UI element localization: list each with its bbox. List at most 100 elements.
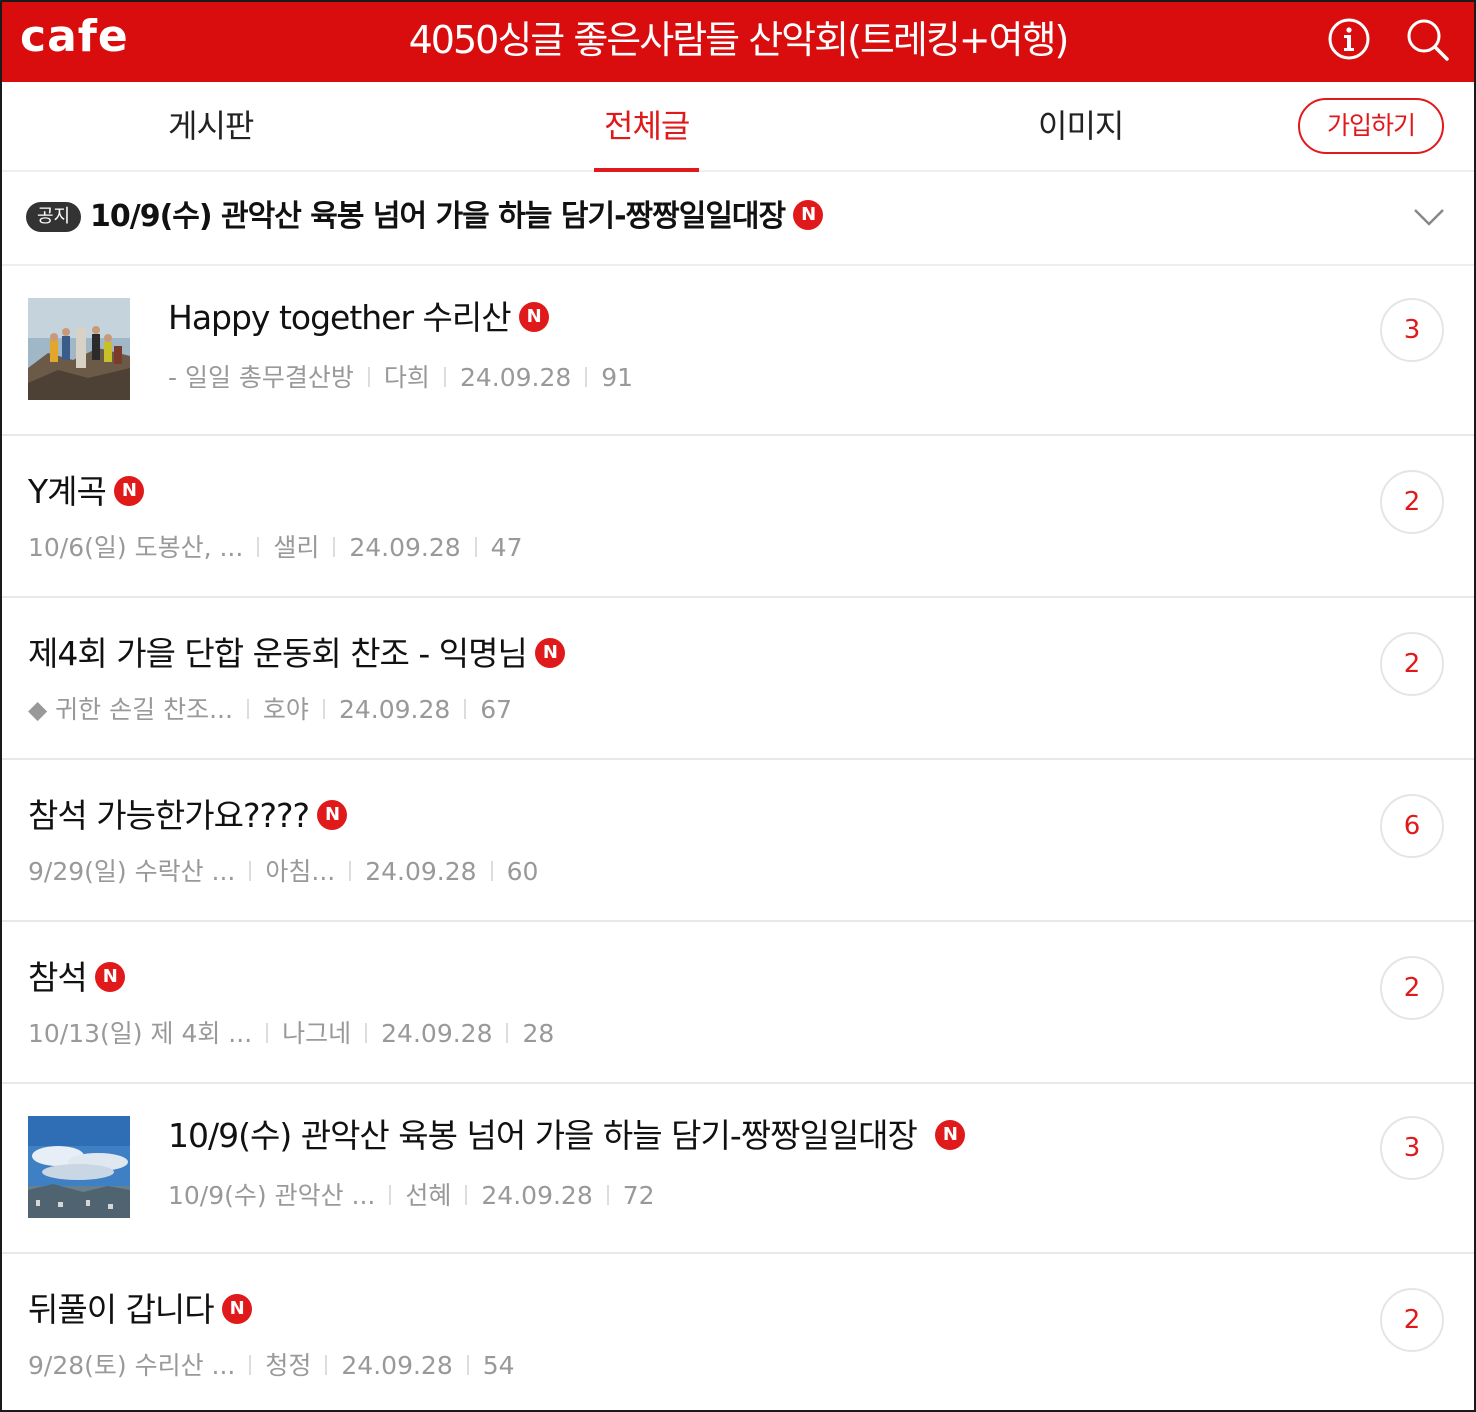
post-title[interactable]: Y계곡 N [28,466,144,518]
post-title[interactable]: 10/9(수) 관악산 육봉 넘어 가을 하늘 담기-짱짱일일대장 N [168,1110,965,1162]
new-badge: N [534,637,565,668]
new-badge: N [113,475,144,506]
meta-divider [585,367,588,387]
join-button[interactable]: 가입하기 [1298,98,1444,154]
post-meta: ◆ 귀한 손길 찬조... 호야 24.09.28 67 [28,692,512,728]
post-author: 샐리 [273,533,320,562]
post-date: 24.09.28 [349,533,461,562]
post-row[interactable]: Y계곡 N 10/6(일) 도봉산, ... 샐리 24.09.28 47 2 [2,436,1474,598]
info-icon[interactable] [1326,16,1372,62]
post-board: 10/9(수) 관악산 ... [168,1181,376,1210]
post-author: 선혜 [405,1181,452,1210]
post-date: 24.09.28 [341,1351,453,1380]
post-title[interactable]: 뒤풀이 갑니다 N [28,1284,252,1336]
meta-divider [249,861,252,881]
meta-divider [606,1185,609,1205]
post-thumbnail[interactable] [28,298,130,400]
notice-badge: 공지 [26,202,82,232]
notice-title-text: 10/9(수) 관악산 육봉 넘어 가을 하늘 담기-짱짱일일대장 [90,199,786,234]
post-author: 아침... [265,857,336,886]
post-board: 9/28(토) 수리산 ... [28,1351,236,1380]
post-title-text: 뒤풀이 갑니다 [28,1290,215,1329]
search-icon[interactable] [1404,16,1450,62]
meta-divider [367,367,370,387]
post-views: 72 [622,1181,655,1210]
post-board: - 일일 총무결산방 [168,363,354,392]
post-date: 24.09.28 [365,857,477,886]
post-thumbnail[interactable] [28,1116,130,1218]
comment-count-badge[interactable]: 6 [1380,794,1444,858]
new-badge: N [518,301,549,332]
post-title-text: 10/9(수) 관악산 육봉 넘어 가을 하늘 담기-짱짱일일대장 [168,1116,918,1155]
meta-divider [249,1355,252,1375]
meta-divider [325,1355,328,1375]
post-row[interactable]: 10/9(수) 관악산 육봉 넘어 가을 하늘 담기-짱짱일일대장 N 10/9(… [2,1084,1474,1254]
post-date: 24.09.28 [338,695,451,724]
tab-all-posts[interactable]: 전체글 [593,82,700,172]
post-title-text: 참석 [28,958,88,997]
meta-divider [266,1023,269,1043]
notice-title[interactable]: 10/9(수) 관악산 육봉 넘어 가을 하늘 담기-짱짱일일대장 N [90,194,824,240]
meta-divider [322,699,325,719]
meta-divider [333,537,336,557]
new-badge: N [934,1119,965,1150]
post-title-text: Happy together 수리산 [168,298,512,337]
tab-images[interactable]: 이미지 [1038,82,1124,170]
meta-divider [246,699,249,719]
cafe-title[interactable]: 4050싱글 좋은사람들 산악회(트레킹+여행) [162,16,1314,64]
post-board: 10/6(일) 도봉산, ... [28,533,244,562]
post-meta: 10/6(일) 도봉산, ... 샐리 24.09.28 47 [28,530,522,566]
top-bar: cafe 4050싱글 좋은사람들 산악회(트레킹+여행) [2,2,1474,82]
post-meta: 9/29(일) 수락산 ... 아침... 24.09.28 60 [28,854,538,890]
post-title-text: 제4회 가을 단합 운동회 찬조 - 익명님 [28,634,528,673]
post-views: 54 [482,1351,515,1380]
post-views: 47 [490,533,523,562]
chevron-down-icon[interactable] [1412,200,1446,234]
meta-divider [365,1023,368,1043]
meta-divider [443,367,446,387]
meta-divider [464,699,467,719]
post-row[interactable]: 참석 N 10/13(일) 제 4회 ... 나그네 24.09.28 28 2 [2,922,1474,1084]
new-badge: N [793,199,824,230]
comment-count-badge[interactable]: 2 [1380,632,1444,696]
meta-divider [466,1355,469,1375]
post-views: 28 [522,1019,555,1048]
new-badge: N [221,1293,252,1324]
meta-divider [506,1023,509,1043]
post-board: 10/13(일) 제 4회 ... [28,1019,253,1048]
comment-count-badge[interactable]: 3 [1380,1116,1444,1180]
post-date: 24.09.28 [459,363,572,392]
post-row[interactable]: 제4회 가을 단합 운동회 찬조 - 익명님 N ◆ 귀한 손길 찬조... 호야 2… [2,598,1474,760]
post-date: 24.09.28 [481,1181,593,1210]
app-frame: cafe 4050싱글 좋은사람들 산악회(트레킹+여행) 게시판 전체글 이미… [0,0,1476,1412]
meta-divider [257,537,260,557]
meta-divider [389,1185,392,1205]
post-meta: 10/9(수) 관악산 ... 선혜 24.09.28 72 [168,1178,655,1214]
post-title[interactable]: 참석 가능한가요???? N [28,790,348,842]
tab-board[interactable]: 게시판 [168,82,254,170]
post-title-text: Y계곡 [28,472,107,511]
post-title-text: 참석 가능한가요???? [28,796,310,835]
new-badge: N [317,799,348,830]
meta-divider [490,861,493,881]
post-row[interactable]: Happy together 수리산 N - 일일 총무결산방 다희 24.09.28… [2,266,1474,436]
post-author: 청정 [265,1351,312,1380]
comment-count-badge[interactable]: 2 [1380,470,1444,534]
post-title[interactable]: 참석 N [28,952,125,1004]
post-meta: 9/28(토) 수리산 ... 청정 24.09.28 54 [28,1348,515,1384]
post-meta: 10/13(일) 제 4회 ... 나그네 24.09.28 28 [28,1016,554,1052]
new-badge: N [94,961,125,992]
comment-count-badge[interactable]: 2 [1380,956,1444,1020]
meta-divider [474,537,477,557]
post-views: 67 [480,695,513,724]
post-row[interactable]: 뒤풀이 갑니다 N 9/28(토) 수리산 ... 청정 24.09.28 54 2 [2,1254,1474,1410]
post-meta: - 일일 총무결산방 다희 24.09.28 91 [168,360,633,396]
notice-row[interactable]: 공지 10/9(수) 관악산 육봉 넘어 가을 하늘 담기-짱짱일일대장 N [2,172,1474,266]
post-title[interactable]: Happy together 수리산 N [168,292,549,344]
comment-count-badge[interactable]: 3 [1380,298,1444,362]
cafe-logo[interactable]: cafe [20,12,129,62]
comment-count-badge[interactable]: 2 [1380,1288,1444,1352]
post-title[interactable]: 제4회 가을 단합 운동회 찬조 - 익명님 N [28,628,565,680]
post-board: 9/29(일) 수락산 ... [28,857,236,886]
post-row[interactable]: 참석 가능한가요???? N 9/29(일) 수락산 ... 아침... 24.09.… [2,760,1474,922]
